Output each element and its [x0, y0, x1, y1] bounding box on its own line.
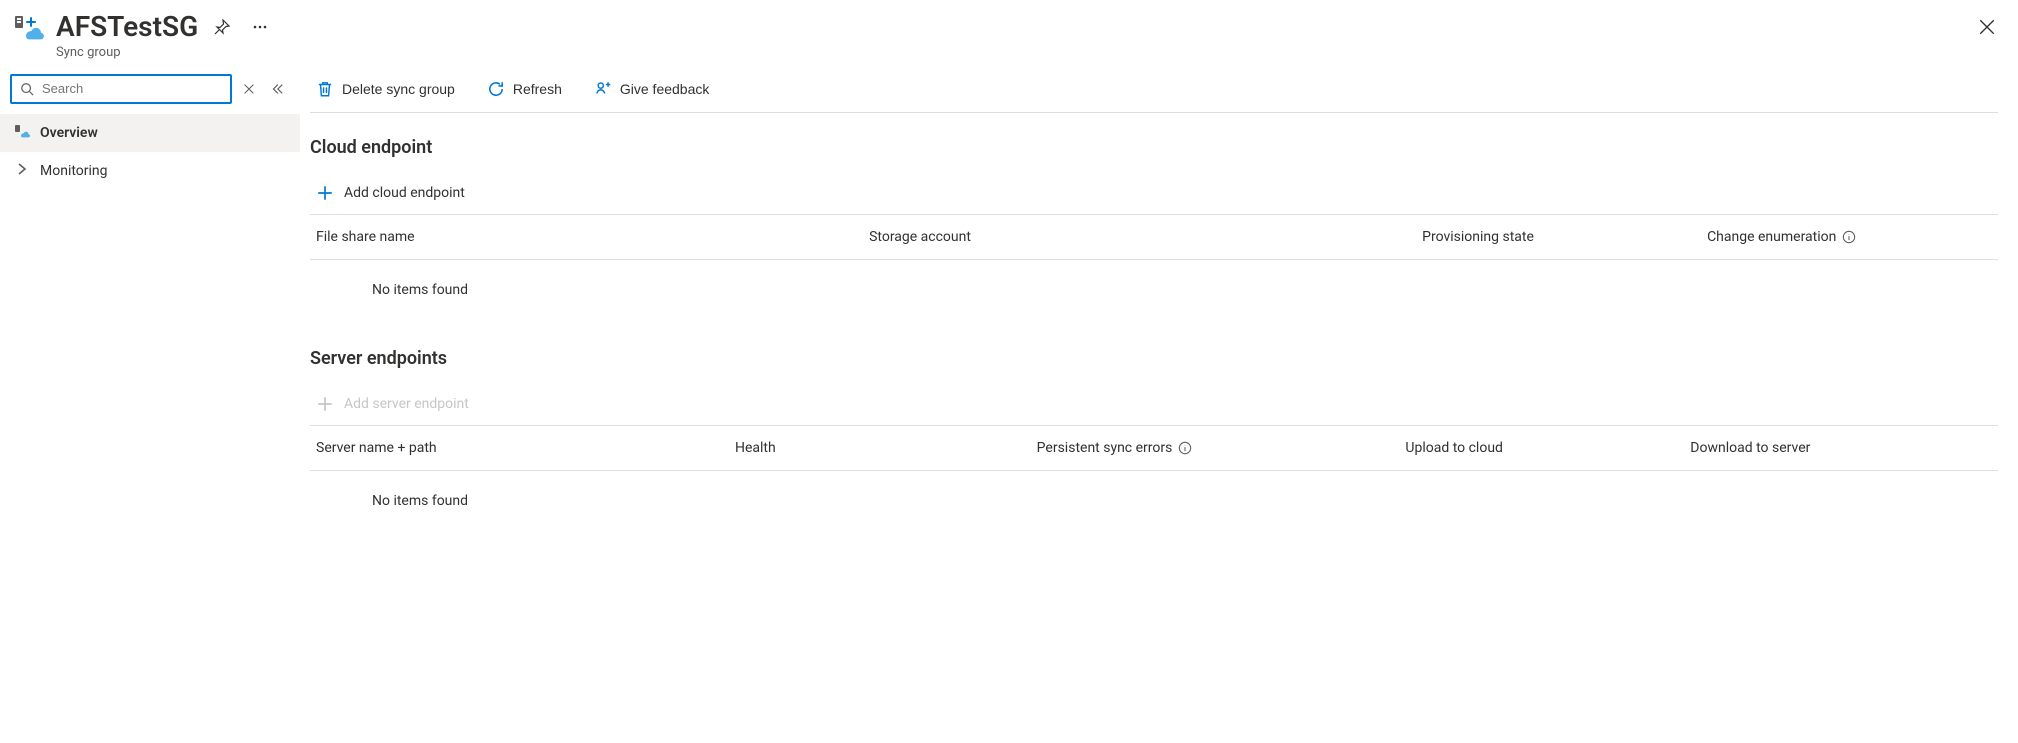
add-label: Add server endpoint: [344, 396, 469, 412]
sidebar-search-box[interactable]: [10, 74, 232, 104]
give-feedback-button[interactable]: Give feedback: [588, 76, 716, 102]
resource-subtype: Sync group: [56, 45, 274, 60]
col-server-name-path[interactable]: Server name + path: [316, 440, 735, 456]
add-label: Add cloud endpoint: [344, 185, 465, 201]
cmd-label: Delete sync group: [342, 81, 455, 97]
cmd-label: Give feedback: [620, 81, 710, 97]
add-cloud-endpoint-button[interactable]: Add cloud endpoint: [310, 172, 1998, 215]
sidebar-item-overview[interactable]: Overview: [0, 114, 300, 152]
search-icon: [20, 82, 34, 96]
cloud-empty-text: No items found: [310, 260, 1998, 308]
cloud-endpoint-table: Add cloud endpoint File share name Stora…: [310, 172, 1998, 308]
sidebar-item-monitoring[interactable]: Monitoring: [0, 152, 300, 190]
delete-icon: [316, 80, 334, 98]
plus-icon: [316, 395, 334, 413]
col-download-to-server[interactable]: Download to server: [1690, 440, 1992, 456]
add-server-endpoint-button: Add server endpoint: [310, 383, 1998, 426]
sync-group-resource-icon: [12, 12, 44, 44]
plus-icon: [316, 184, 334, 202]
cmd-label: Refresh: [513, 81, 562, 97]
main-content: Delete sync group Refresh Give feedback: [300, 68, 2018, 668]
cloud-columns: File share name Storage account Provisio…: [310, 215, 1998, 260]
chevron-right-icon: [14, 161, 30, 181]
blade-header: AFSTestSG Sync group: [0, 0, 2018, 68]
col-storage-account[interactable]: Storage account: [869, 229, 1422, 245]
server-endpoints-table: Add server endpoint Server name + path H…: [310, 383, 1998, 519]
title-block: AFSTestSG Sync group: [56, 12, 274, 60]
server-endpoints-heading: Server endpoints: [310, 348, 1998, 369]
col-upload-to-cloud[interactable]: Upload to cloud: [1405, 440, 1690, 456]
sidebar-search-input[interactable]: [40, 80, 222, 97]
sync-group-icon: [14, 123, 30, 143]
info-icon[interactable]: [1178, 441, 1192, 455]
col-file-share-name[interactable]: File share name: [316, 229, 869, 245]
page-title: AFSTestSG: [56, 12, 198, 43]
pin-button[interactable]: [208, 13, 236, 41]
col-persistent-sync-errors[interactable]: Persistent sync errors: [1037, 440, 1406, 456]
sidebar-nav: Overview Monitoring: [0, 114, 300, 190]
server-empty-text: No items found: [310, 471, 1998, 519]
cloud-endpoint-heading: Cloud endpoint: [310, 137, 1998, 158]
sync-group-blade: AFSTestSG Sync group: [0, 0, 2018, 668]
clear-search-button[interactable]: [238, 78, 260, 100]
info-icon[interactable]: [1842, 230, 1856, 244]
delete-sync-group-button[interactable]: Delete sync group: [310, 76, 461, 102]
server-columns: Server name + path Health Persistent syn…: [310, 426, 1998, 471]
col-health[interactable]: Health: [735, 440, 1037, 456]
sidebar-item-label: Overview: [40, 125, 98, 141]
refresh-icon: [487, 80, 505, 98]
command-bar: Delete sync group Refresh Give feedback: [310, 68, 1998, 113]
close-button[interactable]: [1972, 12, 2002, 42]
refresh-button[interactable]: Refresh: [481, 76, 568, 102]
col-provisioning-state[interactable]: Provisioning state: [1422, 229, 1707, 245]
sidebar: Overview Monitoring: [0, 68, 300, 668]
more-button[interactable]: [246, 13, 274, 41]
col-change-enumeration[interactable]: Change enumeration: [1707, 229, 1992, 245]
sidebar-item-label: Monitoring: [40, 163, 108, 179]
feedback-icon: [594, 80, 612, 98]
collapse-sidebar-button[interactable]: [266, 78, 288, 100]
